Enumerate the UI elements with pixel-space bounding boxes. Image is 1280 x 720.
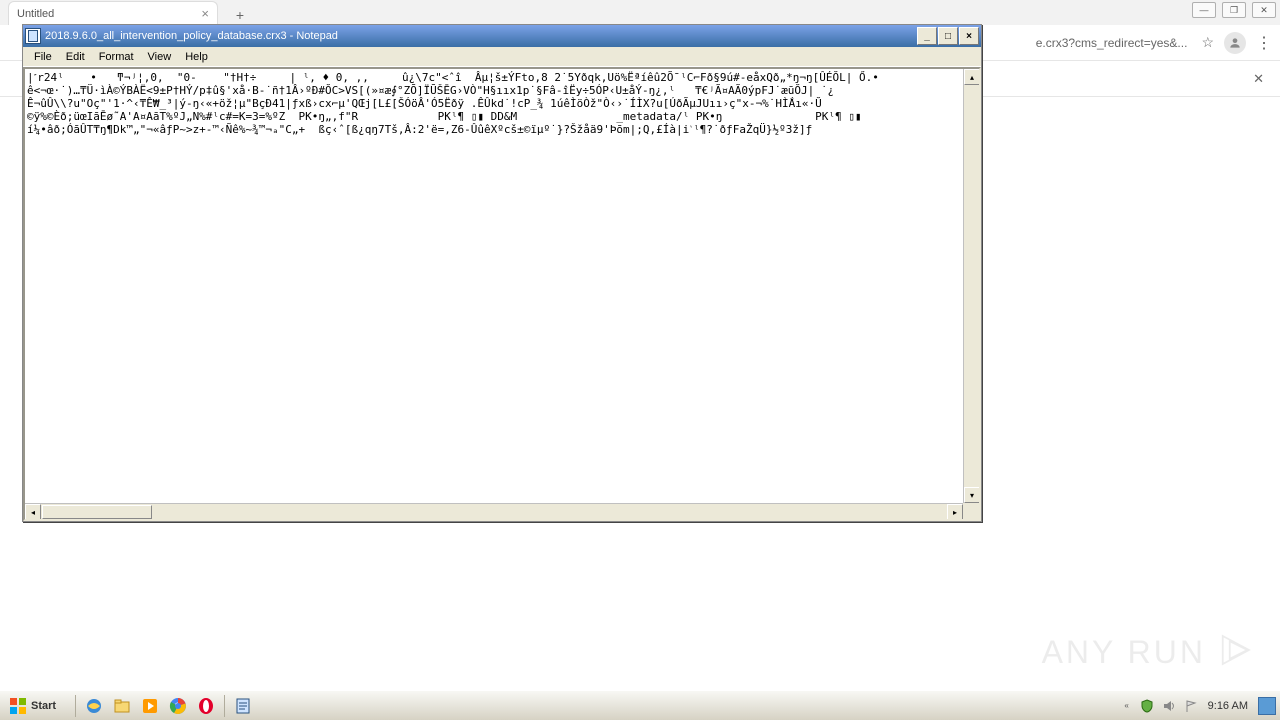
browser-tab-title: Untitled bbox=[17, 8, 54, 20]
close-tab-icon[interactable]: × bbox=[201, 6, 209, 21]
menu-help[interactable]: Help bbox=[178, 49, 215, 65]
profile-avatar-icon[interactable] bbox=[1224, 32, 1246, 54]
tray-flag-icon[interactable] bbox=[1182, 697, 1200, 715]
chrome-menu-icon[interactable]: ⋮ bbox=[1256, 33, 1272, 53]
browser-minimize-button[interactable]: — bbox=[1192, 2, 1216, 18]
vertical-scrollbar[interactable]: ▴ ▾ bbox=[963, 69, 979, 503]
horizontal-scrollbar[interactable]: ◂ ▸ bbox=[25, 503, 963, 519]
menu-view[interactable]: View bbox=[141, 49, 179, 65]
taskbar-separator bbox=[75, 695, 76, 717]
scroll-down-button[interactable]: ▾ bbox=[964, 487, 980, 503]
taskbar-clock[interactable]: 9:16 AM bbox=[1208, 700, 1248, 712]
anyrun-watermark: ANY RUN bbox=[1042, 629, 1256, 676]
notepad-close-button[interactable]: × bbox=[959, 27, 979, 45]
menu-format[interactable]: Format bbox=[92, 49, 141, 65]
bookmark-star-icon[interactable]: ☆ bbox=[1201, 34, 1214, 51]
scroll-up-button[interactable]: ▴ bbox=[964, 69, 980, 85]
windows-logo-icon bbox=[9, 697, 27, 715]
notepad-text-area[interactable]: |˹r24ˡ • ͳ¬ʲ¦,0, "0- "†H†÷ | ˡ, ♦ 0, ,, … bbox=[23, 67, 981, 521]
notepad-title-text: 2018.9.6.0_all_intervention_policy_datab… bbox=[45, 30, 916, 42]
hscroll-thumb[interactable] bbox=[42, 505, 152, 519]
tray-volume-icon[interactable] bbox=[1160, 697, 1178, 715]
menu-edit[interactable]: Edit bbox=[59, 49, 92, 65]
notepad-minimize-button[interactable]: _ bbox=[917, 27, 937, 45]
menu-file[interactable]: File bbox=[27, 49, 59, 65]
notepad-window: 2018.9.6.0_all_intervention_policy_datab… bbox=[22, 24, 982, 522]
start-button[interactable]: Start bbox=[4, 693, 67, 719]
address-bar-fragment[interactable]: e.crx3?cms_redirect=yes&... bbox=[1036, 36, 1188, 50]
notepad-titlebar[interactable]: 2018.9.6.0_all_intervention_policy_datab… bbox=[23, 25, 981, 47]
new-tab-button[interactable]: + bbox=[226, 5, 254, 25]
tray-security-icon[interactable] bbox=[1138, 697, 1156, 715]
tray-expand-icon[interactable]: « bbox=[1120, 701, 1134, 710]
start-label: Start bbox=[31, 700, 56, 712]
browser-close-button[interactable]: ✕ bbox=[1252, 2, 1276, 18]
quicklaunch-chrome-icon[interactable] bbox=[166, 694, 190, 718]
quicklaunch-explorer-icon[interactable] bbox=[110, 694, 134, 718]
scroll-left-button[interactable]: ◂ bbox=[25, 504, 41, 520]
notepad-app-icon bbox=[25, 28, 41, 44]
show-desktop-button[interactable] bbox=[1258, 697, 1276, 715]
notepad-menubar: File Edit Format View Help bbox=[23, 47, 981, 67]
browser-tab[interactable]: Untitled × bbox=[8, 1, 218, 25]
taskbar: Start « 9:16 AM bbox=[0, 690, 1280, 720]
play-icon bbox=[1214, 629, 1256, 676]
system-tray: « 9:16 AM bbox=[1116, 691, 1280, 720]
notepad-maximize-button[interactable]: □ bbox=[938, 27, 958, 45]
scroll-right-button[interactable]: ▸ bbox=[947, 504, 963, 520]
quicklaunch-opera-icon[interactable] bbox=[194, 694, 218, 718]
quicklaunch-media-icon[interactable] bbox=[138, 694, 162, 718]
scroll-corner bbox=[963, 503, 979, 519]
quicklaunch-ie-icon[interactable] bbox=[82, 694, 106, 718]
browser-maximize-button[interactable]: ❐ bbox=[1222, 2, 1246, 18]
watermark-text: ANY RUN bbox=[1042, 634, 1206, 671]
infobar-close-icon[interactable]: ✕ bbox=[1253, 71, 1264, 87]
taskbar-notepad-button[interactable] bbox=[231, 694, 255, 718]
taskbar-separator bbox=[224, 695, 225, 717]
